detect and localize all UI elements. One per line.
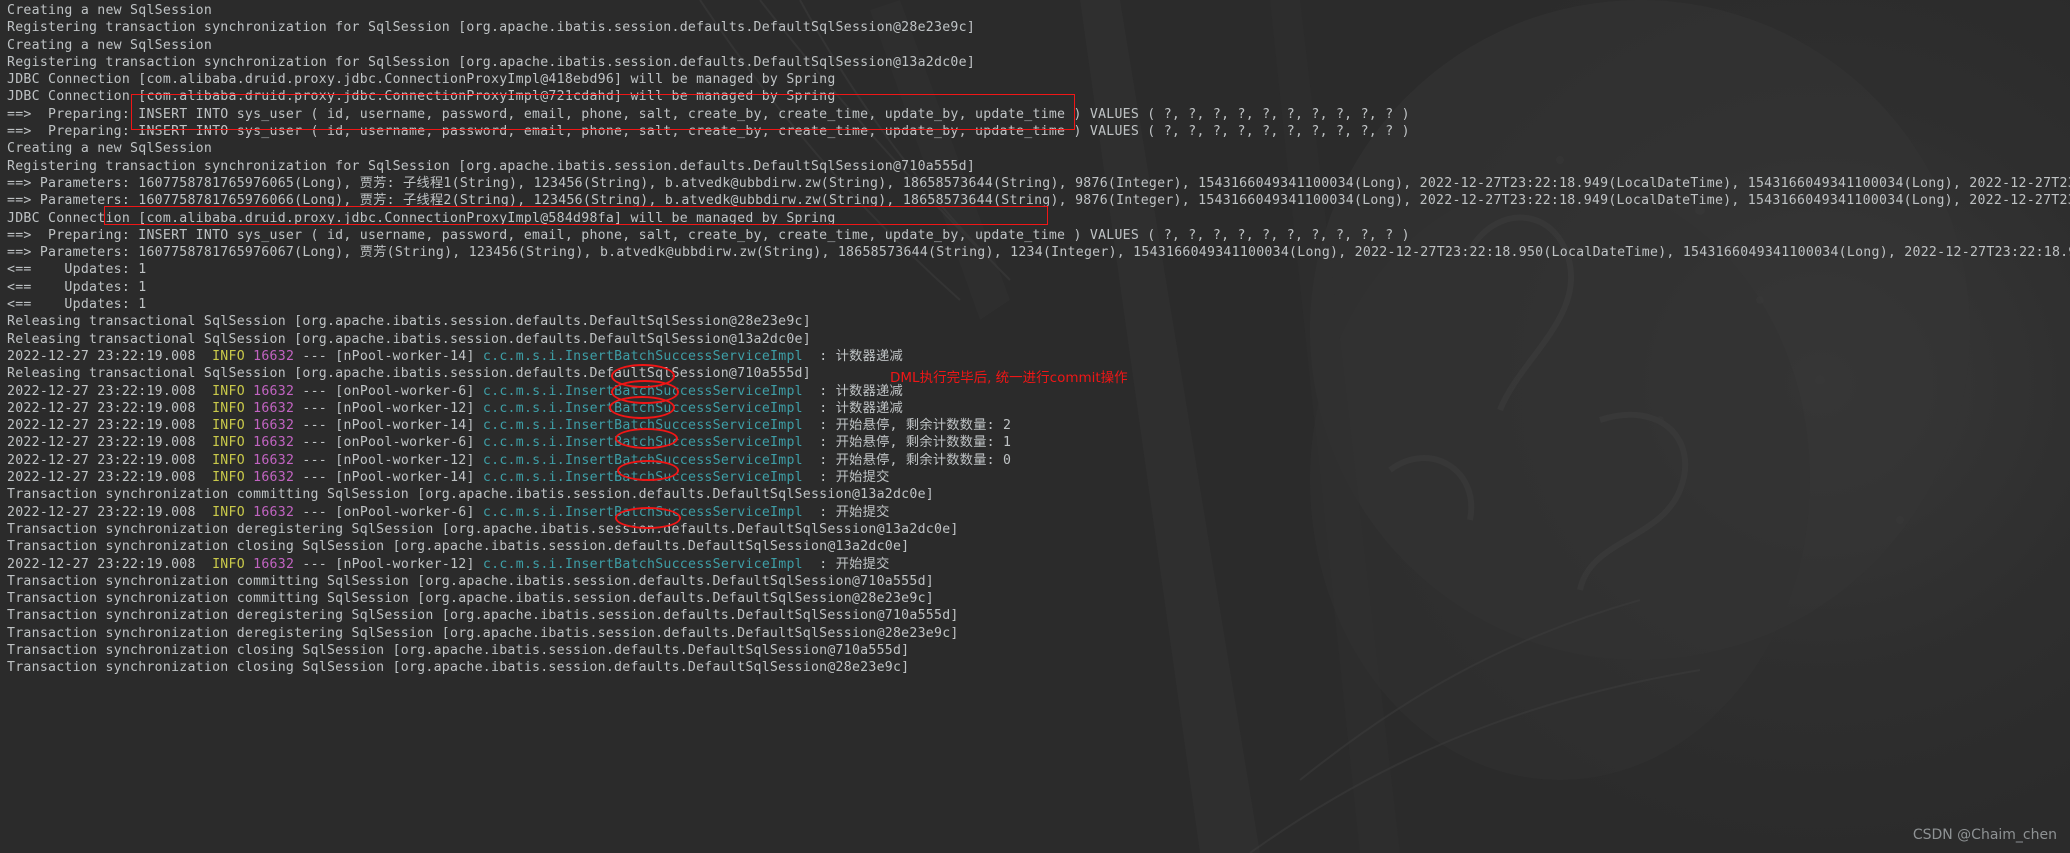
log-line: Creating a new SqlSession [0,140,2070,157]
log-text: Transaction synchronization deregisterin… [7,608,959,624]
log-text: Transaction synchronization committing S… [7,573,934,589]
log-line: <== Updates: 1 [0,279,2070,296]
log-text: Transaction synchronization committing S… [7,487,934,503]
log-text: Transaction synchronization closing SqlS… [7,642,910,658]
log-text: ==> Parameters: 1607758781765976067(Long… [7,245,2070,261]
log-line: 2022-12-27 23:22:19.008 INFO 16632 --- [… [7,435,1012,451]
log-line: Transaction synchronization committing S… [0,590,2070,607]
log-line: ==> Preparing: INSERT INTO sys_user ( id… [0,123,2070,140]
log-text: Creating a new SqlSession [7,3,213,18]
log-text: JDBC Connection [com.alibaba.druid.proxy… [7,72,836,88]
log-text: Releasing transactional SqlSession [org.… [7,366,811,382]
log-text: Transaction synchronization deregisterin… [7,521,959,537]
log-text: ==> Preparing: INSERT INTO sys_user ( id… [7,124,1410,140]
log-output: Creating a new SqlSession Registering tra… [0,0,2070,677]
log-text: Releasing transactional SqlSession [org.… [7,314,811,330]
log-line: Transaction synchronization committing S… [0,486,2070,503]
log-text: Transaction synchronization closing SqlS… [7,660,910,676]
console-log-window: Creating a new SqlSession Registering tra… [0,0,2070,853]
log-line: JDBC Connection [com.alibaba.druid.proxy… [0,88,2070,105]
log-line: Registering transaction synchronization … [0,19,2070,36]
log-line: ==> Preparing: INSERT INTO sys_user ( id… [0,227,2070,244]
log-line: Transaction synchronization deregisterin… [0,607,2070,624]
log-text: Registering transaction synchronization … [7,54,976,70]
log-line: ==> Parameters: 1607758781765976065(Long… [0,175,2070,192]
csdn-watermark: CSDN @Chaim_chen [1912,827,2057,843]
log-line: ==> Parameters: 1607758781765976066(Long… [0,192,2070,209]
log-line: Releasing transactional SqlSession [org.… [0,313,2070,330]
log-line: 2022-12-27 23:22:19.008 INFO 16632 --- [… [7,556,890,572]
log-line: JDBC Connection [com.alibaba.druid.proxy… [0,210,2070,227]
log-text: Registering transaction synchronization … [7,20,976,36]
log-line: 2022-12-27 23:22:19.008 INFO 16632 --- [… [7,504,890,520]
log-text: <== Updates: 1 [7,262,147,278]
log-line: 2022-12-27 23:22:19.008 INFO 16632 --- [… [7,383,903,399]
log-line: 2022-12-27 23:22:19.008 INFO 16632 --- [… [7,470,890,486]
log-line: JDBC Connection [com.alibaba.druid.proxy… [0,71,2070,88]
log-text: Creating a new SqlSession [7,37,213,53]
log-text: Transaction synchronization closing SqlS… [7,539,910,555]
log-line: Releasing transactional SqlSession [org.… [0,365,2070,382]
log-line: ==> Parameters: 1607758781765976067(Long… [0,244,2070,261]
log-text: <== Updates: 1 [7,279,147,295]
log-line: Transaction synchronization closing SqlS… [0,659,2070,676]
log-line: 2022-12-27 23:22:19.008 INFO 16632 --- [… [7,452,1012,468]
log-line: <== Updates: 1 [0,296,2070,313]
log-line: Transaction synchronization closing SqlS… [0,538,2070,555]
log-line: Transaction synchronization deregisterin… [0,521,2070,538]
log-text: JDBC Connection [com.alibaba.druid.proxy… [7,89,836,105]
log-text: Registering transaction synchronization … [7,158,976,174]
log-line: Transaction synchronization deregisterin… [0,625,2070,642]
log-line: Creating a new SqlSession [0,2,2070,19]
log-text: ==> Parameters: 1607758781765976066(Long… [7,193,2070,209]
log-line: ==> Preparing: INSERT INTO sys_user ( id… [0,106,2070,123]
log-line: Transaction synchronization committing S… [0,573,2070,590]
log-line: 2022-12-27 23:22:19.008 INFO 16632 --- [… [7,348,903,364]
log-line: Transaction synchronization closing SqlS… [0,642,2070,659]
log-text: ==> Preparing: INSERT INTO sys_user ( id… [7,227,1410,243]
log-text: JDBC Connection [com.alibaba.druid.proxy… [7,210,836,226]
log-line: Releasing transactional SqlSession [org.… [0,331,2070,348]
log-text: ==> Preparing: INSERT INTO sys_user ( id… [7,106,1410,122]
log-text: Transaction synchronization deregisterin… [7,625,959,641]
log-line: Registering transaction synchronization … [0,158,2070,175]
log-text: Transaction synchronization committing S… [7,591,934,607]
log-line: Creating a new SqlSession [0,37,2070,54]
log-text: Creating a new SqlSession [7,141,213,157]
log-line: Registering transaction synchronization … [0,54,2070,71]
log-text: <== Updates: 1 [7,297,147,313]
log-text: Releasing transactional SqlSession [org.… [7,331,811,347]
log-text: ==> Parameters: 1607758781765976065(Long… [7,175,2070,191]
log-line: 2022-12-27 23:22:19.008 INFO 16632 --- [… [7,400,903,416]
log-line: 2022-12-27 23:22:19.008 INFO 16632 --- [… [7,418,1012,434]
log-line: <== Updates: 1 [0,261,2070,278]
